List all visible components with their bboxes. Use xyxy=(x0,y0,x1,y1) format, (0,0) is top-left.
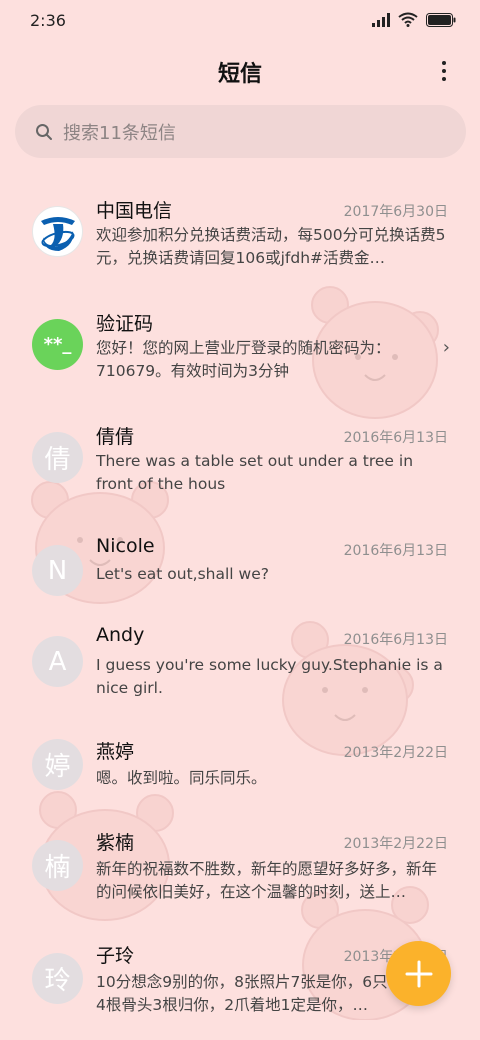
avatar-text: 玲 xyxy=(44,966,71,996)
avatar-text: 楠 xyxy=(44,853,71,883)
avatar-text: **_ xyxy=(43,334,72,355)
new-message-button[interactable] xyxy=(386,941,451,1006)
message-preview: 您好！您的网上营业厅登录的随机密码为：710679。有效时间为3分钟 xyxy=(96,339,391,380)
chevron-right-icon: › xyxy=(442,337,450,358)
avatar-text: 婷 xyxy=(44,752,71,782)
message-preview: There was a table set out under a tree i… xyxy=(96,452,414,493)
message-preview: Let's eat out,shall we? xyxy=(96,565,269,583)
more-dot-icon xyxy=(442,61,446,65)
message-date: 2013年2月22日 xyxy=(343,836,448,852)
search-icon xyxy=(36,123,52,140)
avatar: A xyxy=(32,636,83,687)
message-date: 2016年6月13日 xyxy=(343,430,448,446)
avatar-text: A xyxy=(48,646,67,677)
message-preview: 欢迎参加积分兑换话费活动，每500分可兑换话费5元，兑换话费请回复106或jfd… xyxy=(96,226,446,267)
avatar-text: N xyxy=(47,555,68,586)
contact-name: 倩倩 xyxy=(96,426,135,448)
list-item[interactable]: **_ 验证码 › 您好！您的网上营业厅登录的随机密码为：710679。有效时间… xyxy=(0,295,480,405)
message-preview: 嗯。收到啦。同乐同乐。 xyxy=(96,769,267,787)
contact-name: 燕婷 xyxy=(96,741,135,763)
contact-name: 紫楠 xyxy=(96,832,135,854)
status-bar: 2:36 xyxy=(0,0,480,40)
list-item[interactable]: A Andy 2016年6月13日 I guess you're some lu… xyxy=(0,612,480,722)
app-header: 短信 xyxy=(0,46,480,96)
list-item[interactable]: 楠 紫楠 2013年2月22日 新年的祝福数不胜数，新年的愿望好多好多，新年的问… xyxy=(0,816,480,926)
avatar: 玲 xyxy=(32,953,83,1004)
status-icons xyxy=(372,12,456,27)
page-title: 短信 xyxy=(217,62,262,87)
messages-screen: 2:36 短信 搜索11条短信 中国电信 2017年6月30日 欢迎参加积分兑换… xyxy=(0,0,480,1040)
message-date: 2016年6月13日 xyxy=(343,543,448,559)
avatar: 楠 xyxy=(32,840,83,891)
list-item[interactable]: 婷 燕婷 2013年2月22日 嗯。收到啦。同乐同乐。 xyxy=(0,725,480,815)
more-options-button[interactable] xyxy=(434,56,454,86)
more-dot-icon xyxy=(442,69,446,73)
search-placeholder: 搜索11条短信 xyxy=(63,122,176,144)
avatar: **_ xyxy=(32,319,83,370)
plus-icon xyxy=(405,960,432,987)
avatar xyxy=(32,206,83,257)
contact-name: 验证码 xyxy=(96,313,154,335)
message-preview: I guess you're some lucky guy.Stephanie … xyxy=(96,656,443,697)
message-preview: 新年的祝福数不胜数，新年的愿望好多好多，新年的问候依旧美好，在这个温馨的时刻，送… xyxy=(96,860,438,901)
contact-name: 子玲 xyxy=(96,945,135,967)
contact-name: Andy xyxy=(96,624,145,646)
list-item[interactable]: 倩 倩倩 2016年6月13日 There was a table set ou… xyxy=(0,408,480,518)
wifi-icon xyxy=(398,12,418,27)
search-input[interactable]: 搜索11条短信 xyxy=(15,105,466,158)
battery-icon xyxy=(426,12,456,27)
message-date: 2017年6月30日 xyxy=(343,204,448,220)
avatar: 倩 xyxy=(32,432,83,483)
avatar: 婷 xyxy=(32,739,83,790)
more-dot-icon xyxy=(442,77,446,81)
avatar-text: 倩 xyxy=(44,445,71,475)
signal-icon xyxy=(372,12,390,27)
avatar: N xyxy=(32,545,83,596)
contact-name: Nicole xyxy=(96,535,155,557)
china-telecom-logo-icon xyxy=(40,216,75,251)
list-item[interactable]: 中国电信 2017年6月30日 欢迎参加积分兑换话费活动，每500分可兑换话费5… xyxy=(0,182,480,292)
contact-name: 中国电信 xyxy=(96,200,173,222)
list-item[interactable]: N Nicole 2016年6月13日 Let's eat out,shall … xyxy=(0,521,480,611)
message-date: 2013年2月22日 xyxy=(343,745,448,761)
message-date: 2016年6月13日 xyxy=(343,632,448,648)
status-time: 2:36 xyxy=(30,11,66,30)
